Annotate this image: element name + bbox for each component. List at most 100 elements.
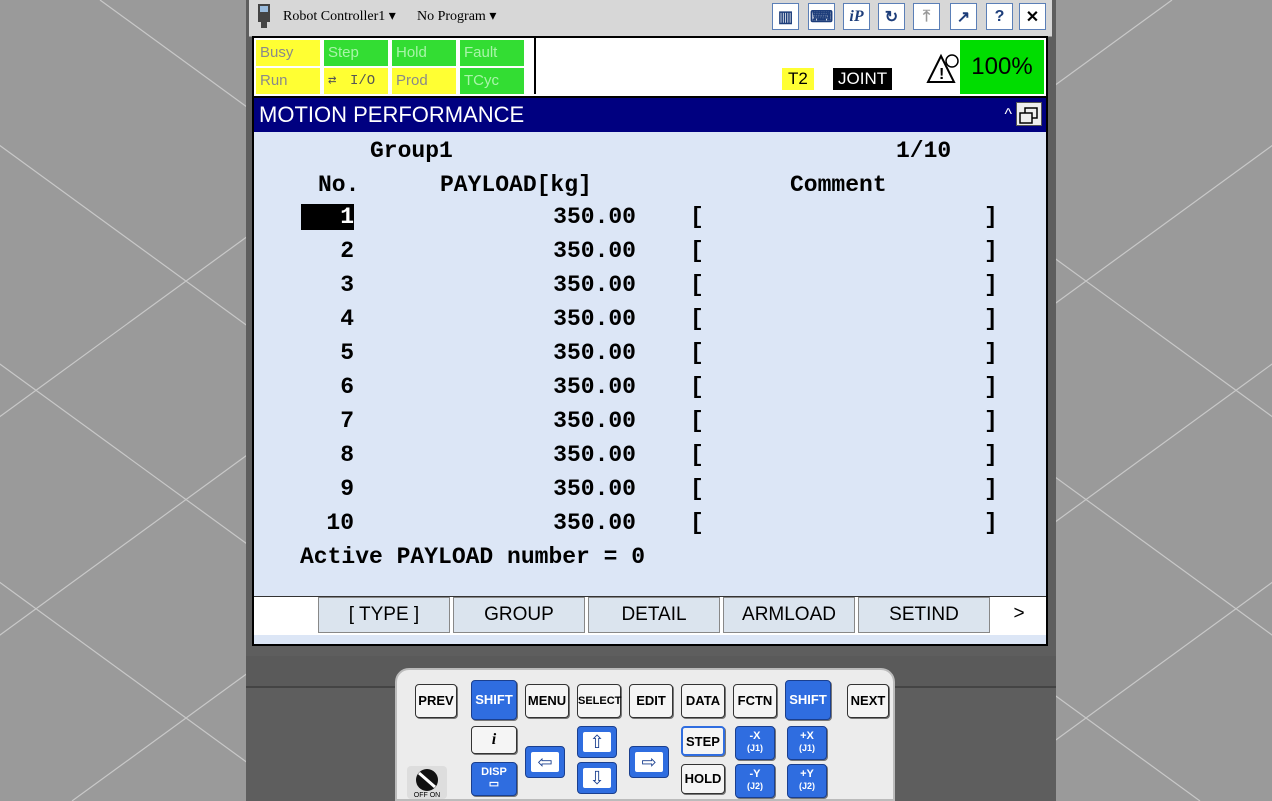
down-arrow-key[interactable]: ⇩	[577, 762, 617, 794]
reset-icon[interactable]: ↻	[878, 3, 905, 30]
edit-key[interactable]: EDIT	[629, 684, 673, 718]
page-indicator: 1/10	[896, 138, 952, 164]
coord-indicator[interactable]: JOINT	[833, 68, 893, 90]
comment-bracket-right: ]	[984, 340, 998, 366]
payload-value[interactable]: 350.00	[526, 442, 636, 468]
caret-up-icon[interactable]: ^	[1004, 98, 1012, 132]
step-key[interactable]: STEP	[681, 726, 725, 756]
row-number[interactable]: 3	[306, 272, 354, 298]
page-title: MOTION PERFORMANCE	[259, 102, 525, 127]
payload-value[interactable]: 350.00	[526, 374, 636, 400]
f2-group-button[interactable]: GROUP	[453, 597, 585, 633]
override-indicator[interactable]: 100%	[960, 40, 1044, 94]
table-row[interactable]: 8 350.00 [ ]	[254, 442, 1046, 476]
controller-selector[interactable]: Robot Controller1 ▾	[283, 8, 396, 25]
busy-led: Busy	[256, 40, 320, 66]
payload-value[interactable]: 350.00	[526, 238, 636, 264]
row-number[interactable]: 9	[306, 476, 354, 502]
row-number[interactable]: 8	[306, 442, 354, 468]
right-arrow-key[interactable]: ⇨	[629, 746, 669, 778]
row-number[interactable]: 7	[306, 408, 354, 434]
row-number[interactable]: 4	[306, 306, 354, 332]
table-row[interactable]: 10 350.00 [ ]	[254, 510, 1046, 544]
comment-bracket-right: ]	[984, 510, 998, 536]
ip-icon[interactable]: iP	[843, 3, 870, 30]
row-number[interactable]: 2	[306, 238, 354, 264]
up-arrow-key[interactable]: ⇧	[577, 726, 617, 758]
table-row[interactable]: 3 350.00 [ ]	[254, 272, 1046, 306]
f5-setind-button[interactable]: SETIND	[858, 597, 990, 633]
program-selector[interactable]: No Program ▾	[417, 8, 496, 25]
minus-x-label: -X	[749, 730, 761, 742]
shift-key-left[interactable]: SHIFT	[471, 680, 517, 720]
step-led: Step	[324, 40, 388, 66]
export-icon[interactable]: ↗	[950, 3, 977, 30]
function-key-bar: [ TYPE ] GROUP DETAIL ARMLOAD SETIND >	[254, 596, 1046, 635]
hold-key[interactable]: HOLD	[681, 764, 725, 794]
fctn-key[interactable]: FCTN	[733, 684, 777, 718]
select-key[interactable]: SELECT	[577, 684, 621, 718]
data-key[interactable]: DATA	[681, 684, 725, 718]
window-maximize-icon[interactable]	[1016, 102, 1042, 126]
plus-y-j2-key[interactable]: +Y (J2)	[787, 764, 827, 798]
payload-value[interactable]: 350.00	[526, 306, 636, 332]
payload-value[interactable]: 350.00	[526, 476, 636, 502]
comment-bracket-left: [	[690, 306, 704, 332]
f4-armload-button[interactable]: ARMLOAD	[723, 597, 855, 633]
next-key[interactable]: NEXT	[847, 684, 889, 718]
payload-value[interactable]: 350.00	[526, 204, 636, 230]
left-arrow-key[interactable]: ⇦	[525, 746, 565, 778]
group-label: Group1	[370, 138, 453, 164]
col-payload-header: PAYLOAD[kg]	[440, 172, 592, 198]
table-row[interactable]: 7 350.00 [ ]	[254, 408, 1046, 442]
comment-bracket-left: [	[690, 340, 704, 366]
f3-detail-button[interactable]: DETAIL	[588, 597, 720, 633]
program-name: No Program	[417, 9, 486, 24]
hold-led: Hold	[392, 40, 456, 66]
info-key[interactable]: i	[471, 726, 517, 754]
controller-name: Robot Controller1	[283, 9, 386, 24]
payload-value[interactable]: 350.00	[526, 510, 636, 536]
info-icon: i	[491, 731, 497, 748]
payload-value[interactable]: 350.00	[526, 340, 636, 366]
enable-switch[interactable]: OFF ON	[407, 766, 447, 799]
io-led: ⇄ I/O	[324, 68, 388, 94]
menu-key[interactable]: MENU	[525, 684, 569, 718]
row-number[interactable]: 1	[301, 204, 354, 230]
help-icon[interactable]: ?	[986, 3, 1013, 30]
keyboard-icon[interactable]: ⌨	[808, 3, 835, 30]
active-payload-text: Active PAYLOAD number = 0	[300, 544, 646, 570]
minus-x-j1-key[interactable]: -X (J1)	[735, 726, 775, 760]
comment-bracket-left: [	[690, 408, 704, 434]
table-row[interactable]: 4 350.00 [ ]	[254, 306, 1046, 340]
payload-value[interactable]: 350.00	[526, 272, 636, 298]
row-number[interactable]: 6	[306, 374, 354, 400]
row-number[interactable]: 10	[306, 510, 354, 536]
minus-y-j2-key[interactable]: -Y (J2)	[735, 764, 775, 798]
comment-bracket-left: [	[690, 510, 704, 536]
comment-bracket-left: [	[690, 476, 704, 502]
plus-x-j1-key[interactable]: +X (J1)	[787, 726, 827, 760]
upload-icon[interactable]: ⤒	[913, 3, 940, 30]
f1-type-button[interactable]: [ TYPE ]	[318, 597, 450, 633]
table-row[interactable]: 1 350.00 [ ]	[254, 204, 1046, 238]
next-page-button[interactable]: >	[994, 597, 1044, 633]
motion-performance-panel: MOTION PERFORMANCE ^ Group1 1/10 No. PAY…	[252, 98, 1048, 646]
table-row[interactable]: 9 350.00 [ ]	[254, 476, 1046, 510]
row-number[interactable]: 5	[306, 340, 354, 366]
shift-key-right[interactable]: SHIFT	[785, 680, 831, 720]
key-switch-icon	[416, 769, 438, 791]
payload-value[interactable]: 350.00	[526, 408, 636, 434]
svg-text:!: !	[939, 66, 944, 83]
pendant-view-icon[interactable]: ▥	[772, 3, 799, 30]
table-row[interactable]: 5 350.00 [ ]	[254, 340, 1046, 374]
disp-key[interactable]: DISP ▭	[471, 762, 517, 796]
close-icon[interactable]: ✕	[1019, 3, 1046, 30]
table-row[interactable]: 6 350.00 [ ]	[254, 374, 1046, 408]
comment-bracket-right: ]	[984, 238, 998, 264]
j1-label: (J1)	[746, 743, 763, 753]
prev-key[interactable]: PREV	[415, 684, 457, 718]
status-area: Busy Step Hold Fault Run ⇄ I/O Prod TCyc …	[252, 36, 1048, 98]
j2-label: (J2)	[798, 781, 815, 791]
table-row[interactable]: 2 350.00 [ ]	[254, 238, 1046, 272]
